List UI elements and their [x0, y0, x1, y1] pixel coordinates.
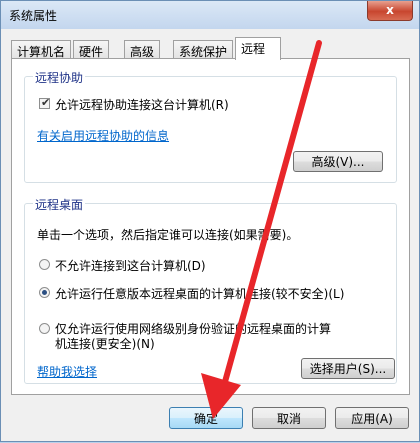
tab-strip: 计算机名 硬件 高级 系统保护 远程: [11, 37, 411, 60]
remote-assistance-group: 远程协助 ✔ 允许远程协助连接这台计算机(R) 有关启用远程协助的信息 高级(V…: [24, 69, 397, 183]
tab-advanced[interactable]: 高级: [124, 40, 161, 59]
radio-allow-nla-only[interactable]: [39, 323, 50, 334]
advanced-remote-button[interactable]: 高级(V)...: [293, 151, 383, 172]
radio-allow-any-version[interactable]: [39, 287, 50, 298]
remote-desktop-group: 远程桌面 单击一个选项，然后指定谁可以连接(如果需要)。 不允许连接到这台计算机…: [24, 196, 397, 384]
radio-deny-connections[interactable]: [39, 259, 50, 270]
radio-allow-nla-only-label-line2[interactable]: 机连接(更安全)(N): [55, 335, 155, 352]
close-icon: x: [386, 3, 394, 17]
window-title: 系统属性: [9, 9, 58, 23]
allow-remote-assistance-checkbox[interactable]: ✔: [39, 96, 51, 109]
title-bar[interactable]: 系统属性 x: [1, 1, 419, 29]
system-properties-window: 系统属性 x 计算机名 硬件 高级 系统保护 远程 远程协助 ✔ 允许远程协助连…: [0, 0, 420, 442]
tab-remote[interactable]: 远程: [235, 37, 281, 60]
tab-computer-name[interactable]: 计算机名: [11, 40, 72, 59]
radio-selected-dot: [42, 290, 47, 295]
remote-assistance-title: 远程协助: [33, 69, 86, 86]
tab-hardware[interactable]: 硬件: [73, 40, 110, 59]
select-users-button[interactable]: 选择用户(S)...: [301, 358, 395, 379]
remote-assistance-info-link[interactable]: 有关启用远程协助的信息: [37, 127, 169, 144]
radio-allow-any-version-label[interactable]: 允许运行任意版本远程桌面的计算机连接(较不安全)(L): [55, 285, 344, 302]
cancel-button[interactable]: 取消: [252, 407, 326, 429]
help-me-choose-link[interactable]: 帮助我选择: [37, 363, 97, 380]
close-button[interactable]: x: [367, 1, 413, 21]
ok-button[interactable]: 确定: [169, 407, 243, 429]
apply-button[interactable]: 应用(A): [335, 407, 409, 429]
radio-deny-connections-label[interactable]: 不允许连接到这台计算机(D): [55, 257, 206, 274]
allow-remote-assistance-label[interactable]: 允许远程协助连接这台计算机(R): [55, 96, 229, 113]
remote-desktop-title: 远程桌面: [33, 196, 86, 213]
checkmark-icon: ✔: [41, 96, 51, 109]
remote-desktop-instruction: 单击一个选项，然后指定谁可以连接(如果需要)。: [37, 228, 299, 242]
remote-tab-panel: 远程协助 ✔ 允许远程协助连接这台计算机(R) 有关启用远程协助的信息 高级(V…: [11, 58, 410, 395]
tab-system-protection[interactable]: 系统保护: [173, 40, 234, 59]
